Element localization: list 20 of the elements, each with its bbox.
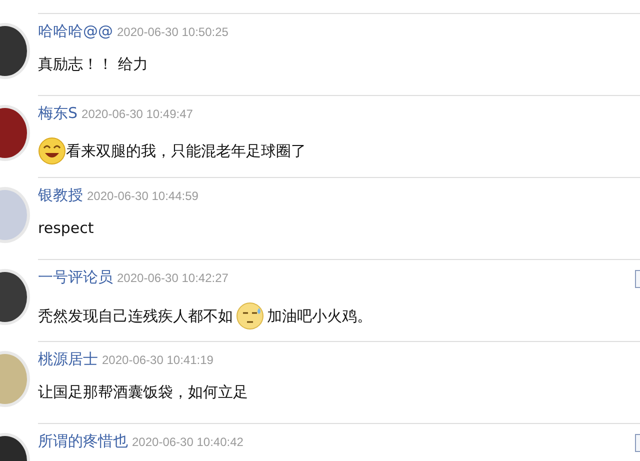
- username-link[interactable]: 所谓的疼惜也: [38, 432, 128, 451]
- username-link[interactable]: 哈哈哈@@: [38, 22, 113, 41]
- sweating-emoji-icon: [235, 301, 265, 331]
- username-link[interactable]: 一号评论员: [38, 268, 113, 287]
- comment-time: 2020-06-30 10:42:27: [117, 271, 228, 285]
- username-link[interactable]: 梅东S: [38, 104, 78, 123]
- comment-text: 让国足那帮酒囊饭袋，如何立足: [38, 383, 248, 402]
- comment-text: 秃然发现自己连残疾人都不如: [38, 306, 233, 326]
- comment-text: respect: [38, 219, 94, 237]
- username-link[interactable]: 桃源居士: [38, 350, 98, 369]
- comment-time: 2020-06-30 10:50:25: [117, 25, 228, 39]
- username-link[interactable]: 银教授: [38, 186, 83, 205]
- comment-text: 加油吧小火鸡。: [267, 306, 372, 326]
- comment-time: 2020-06-30 10:44:59: [87, 189, 198, 203]
- laughing-emoji-icon: [38, 137, 66, 165]
- comment-text: 看来双腿的我，只能混老年足球圈了: [66, 142, 306, 160]
- comment-text: 真励志！！ 给力: [38, 55, 148, 74]
- comment-time: 2020-06-30 10:40:42: [132, 435, 244, 449]
- comment-time: 2020-06-30 10:41:19: [102, 353, 214, 367]
- comment-time: 2020-06-30 10:49:47: [82, 107, 193, 121]
